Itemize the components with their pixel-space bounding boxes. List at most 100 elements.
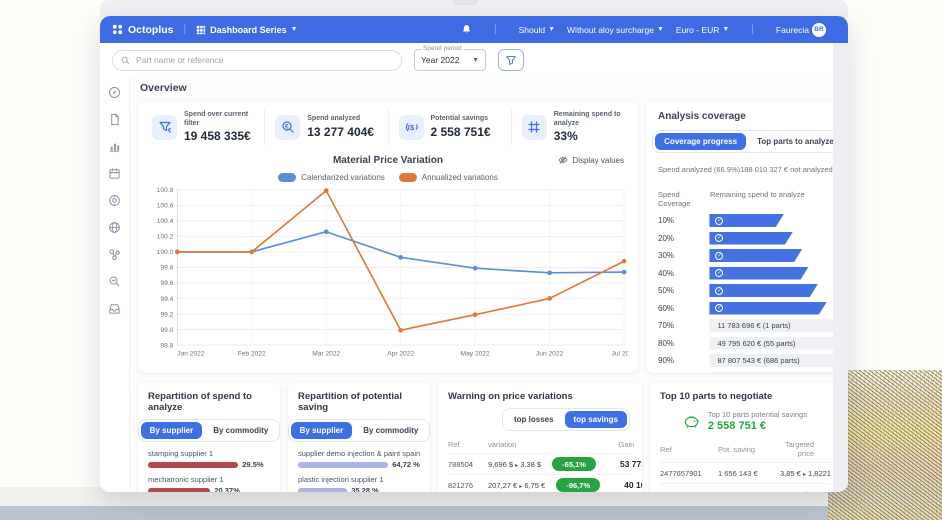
vertical-scrollbar[interactable] bbox=[833, 43, 848, 492]
coverage-pct: 20% bbox=[658, 234, 709, 243]
sidebar-item-target[interactable] bbox=[108, 193, 122, 207]
top10-row-1[interactable]: 937761223 678 €3,7115 $ ▸ 2,4355 $ bbox=[660, 483, 830, 492]
warning-tab-0[interactable]: top losses bbox=[505, 411, 563, 428]
display-values-toggle[interactable]: Display values bbox=[558, 155, 624, 165]
coverage-pct: 50% bbox=[658, 286, 709, 295]
sidebar-item-calendar[interactable] bbox=[108, 166, 122, 180]
bar-value: 64,72 % bbox=[392, 460, 420, 469]
target-icon bbox=[108, 194, 121, 207]
grid-icon bbox=[522, 115, 547, 140]
account-menu[interactable]: Faurecia BR bbox=[776, 23, 826, 37]
saving-tab-0[interactable]: By supplier bbox=[291, 422, 353, 439]
coverage-pct: 90% bbox=[658, 356, 709, 365]
logo[interactable]: Octoplus bbox=[112, 24, 174, 36]
legend-item-1[interactable]: Annualized variations bbox=[399, 173, 498, 182]
check-circle-icon: ✓ bbox=[715, 269, 723, 277]
calendar-icon bbox=[108, 167, 121, 180]
spend-analyzed-label: Spend analyzed (66.9%) bbox=[658, 165, 740, 174]
svg-text:May 2022: May 2022 bbox=[461, 350, 490, 357]
main-content: Overview €Spend over current filter19 45… bbox=[130, 77, 848, 492]
chevron-down-icon: ▼ bbox=[548, 26, 555, 33]
bell-icon[interactable] bbox=[461, 24, 472, 35]
coverage-pct: 80% bbox=[658, 339, 709, 348]
funnel-bar-zone: 49 795 620 € (55 parts) bbox=[709, 337, 840, 350]
spend-coverage-col: Spend Coverage bbox=[658, 190, 710, 208]
bar-fill bbox=[148, 488, 210, 493]
legend-item-0[interactable]: Calendarized variations bbox=[278, 173, 385, 182]
saving-tab-1[interactable]: By commodity bbox=[354, 422, 427, 439]
kpi-0: €Spend over current filter19 458 335€ bbox=[142, 109, 265, 145]
kpi-2: $Potential savings2 558 751€ bbox=[389, 109, 512, 145]
sidebar-item-globe[interactable] bbox=[108, 220, 122, 234]
avatar[interactable]: BR bbox=[812, 23, 826, 37]
analysis-tab-0[interactable]: Coverage progress bbox=[655, 133, 746, 150]
top10-saving: 1 656 143 € bbox=[718, 469, 780, 478]
sidebar-item-inbox[interactable] bbox=[108, 301, 122, 315]
legend-label: Annualized variations bbox=[422, 173, 498, 182]
not-analyzed-label: 188 010 327 € not analyzed (3 bbox=[740, 165, 840, 174]
surcharge-dropdown[interactable]: Without aloy surcharge▼ bbox=[567, 25, 664, 35]
sidebar bbox=[100, 77, 130, 492]
funnel-bar-zone: ✓ bbox=[709, 249, 840, 262]
top10-ref: 2477657901 bbox=[660, 469, 718, 478]
dashboard-series-menu[interactable]: Dashboard Series ▼ bbox=[196, 25, 297, 35]
top10-summary-text: Top 10 parts potential savings 2 558 751… bbox=[708, 410, 807, 432]
funnel-bar-zone: ✓ bbox=[709, 267, 840, 280]
bar-item-0: supplier demo injection & paint spain64,… bbox=[298, 449, 420, 469]
sidebar-item-compass[interactable] bbox=[108, 85, 122, 99]
coverage-pct: 70% bbox=[658, 321, 709, 330]
search-box[interactable] bbox=[112, 50, 402, 71]
svg-text:99.4: 99.4 bbox=[160, 295, 173, 302]
sidebar-item-file[interactable] bbox=[108, 112, 122, 126]
warning-table: Ref variation Gain 7885049,696 $ ▸ 3,38 … bbox=[448, 440, 632, 492]
spend-tab-0[interactable]: By supplier bbox=[141, 422, 203, 439]
check-circle-icon: ✓ bbox=[715, 234, 723, 242]
spend-tab-1[interactable]: By commodity bbox=[204, 422, 277, 439]
funnel-bar-analyzed: ✓ bbox=[709, 302, 827, 315]
warning-row-1[interactable]: 821276207,27 € ▸ 6,75 €-96,7%40 104 € bbox=[448, 474, 632, 492]
saving-repartition-title: Repartition of potential saving bbox=[298, 391, 420, 413]
spend-repartition-title: Repartition of spend to analyze bbox=[148, 391, 270, 413]
kpi-text: Potential savings2 558 751€ bbox=[431, 115, 491, 139]
check-circle-icon: ✓ bbox=[715, 252, 723, 260]
filter-funnel-icon bbox=[505, 54, 517, 66]
svg-text:Mar 2022: Mar 2022 bbox=[312, 350, 340, 357]
check-circle-icon: ✓ bbox=[715, 287, 723, 295]
svg-text:99.8: 99.8 bbox=[160, 264, 173, 271]
should-dropdown[interactable]: Should▼ bbox=[519, 25, 555, 35]
funnel-bar-analyzed: ✓ bbox=[709, 232, 793, 245]
arrow-right-icon: ▸ bbox=[515, 463, 518, 469]
coverage-pct: 10% bbox=[658, 216, 709, 225]
filter-button[interactable] bbox=[498, 49, 524, 71]
chart-legend: Calendarized variations Annualized variat… bbox=[142, 173, 634, 182]
currency-dropdown[interactable]: Euro - EUR▼ bbox=[676, 25, 729, 35]
header-divider: | bbox=[184, 24, 187, 35]
svg-text:Jun 2022: Jun 2022 bbox=[536, 350, 564, 357]
warning-tab-1[interactable]: top savings bbox=[565, 411, 627, 428]
warning-gain: 40 104 € bbox=[603, 480, 642, 490]
svg-text:100.4: 100.4 bbox=[157, 218, 174, 225]
bar-fill bbox=[298, 462, 388, 468]
kpi-label: Potential savings bbox=[431, 115, 491, 124]
top10-price: 3,7115 $ ▸ 2,4355 $ bbox=[780, 490, 840, 493]
kpi-row: €Spend over current filter19 458 335€€Sp… bbox=[142, 109, 634, 145]
search-input[interactable] bbox=[136, 55, 393, 65]
kpi-value: 33% bbox=[554, 129, 624, 143]
analysis-tab-1[interactable]: Top parts to analyze bbox=[748, 133, 840, 150]
top10-row-0[interactable]: 24776579011 656 143 €3,85 € ▸ 1,8221 € bbox=[660, 462, 830, 483]
arrow-right-icon: ▸ bbox=[803, 472, 806, 478]
page-background: Octoplus | Dashboard Series ▼ | Should▼ … bbox=[0, 0, 942, 520]
kpi-text: Spend over current filter19 458 335€ bbox=[184, 111, 254, 144]
sidebar-item-chart[interactable] bbox=[108, 139, 122, 153]
spend-repartition-card: Repartition of spend to analyze By suppl… bbox=[138, 382, 280, 492]
sidebar-item-cluster[interactable] bbox=[108, 247, 122, 261]
funnel-bar-zone: ✓ bbox=[709, 214, 840, 227]
kpi-value: 2 558 751€ bbox=[431, 125, 491, 139]
kpi-label: Remaining spend to analyze bbox=[554, 111, 624, 129]
spend-bars: stamping supplier 129.5%mechatronic supp… bbox=[148, 449, 270, 492]
sidebar-item-search[interactable] bbox=[108, 274, 122, 288]
spend-period-select[interactable]: Spend period Year 2022 ▼ bbox=[414, 49, 486, 71]
saving-bars: supplier demo injection & paint spain64,… bbox=[298, 449, 420, 492]
warning-row-0[interactable]: 7885049,696 $ ▸ 3,38 $-65,1%53 773 € bbox=[448, 453, 632, 474]
top10-summary-label: Top 10 parts potential savings bbox=[708, 410, 807, 419]
